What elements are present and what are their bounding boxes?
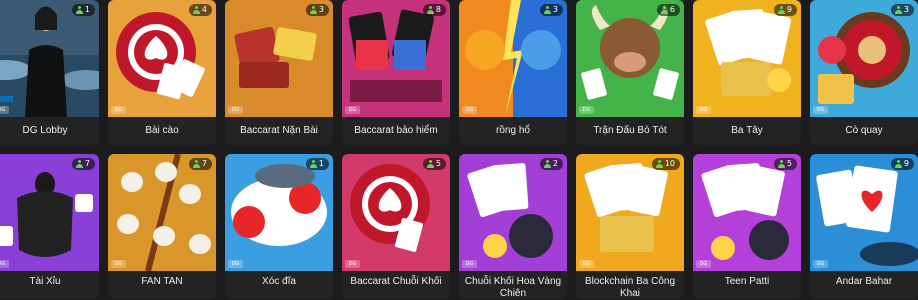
game-thumbnail: DG: [342, 154, 450, 271]
provider-logo: DG: [813, 106, 828, 114]
player-count-badge: 2: [539, 158, 563, 170]
user-icon: [192, 160, 200, 168]
game-thumbnail: DG: [225, 154, 333, 271]
user-icon: [660, 6, 668, 14]
game-thumbnail: DG: [342, 0, 450, 117]
game-name: Blockchain Ba Công Khai: [584, 276, 676, 299]
user-icon: [309, 6, 317, 14]
provider-logo: DG: [345, 260, 360, 268]
game-thumbnail: DG: [0, 0, 99, 117]
provider-logo: DG: [111, 106, 126, 114]
player-count-badge: 5: [773, 158, 797, 170]
game-card-andar-bahar[interactable]: DG 9 Andar Bahar: [810, 154, 918, 299]
game-thumbnail: DG: [693, 154, 801, 271]
game-name: FAN TAN: [141, 276, 183, 287]
user-icon: [426, 6, 434, 14]
game-thumbnail: DG: [576, 154, 684, 271]
game-thumbnail: DG: [108, 154, 216, 271]
game-name: Trận Đấu Bò Tót: [593, 125, 667, 136]
game-name: Teen Patti: [724, 276, 770, 287]
user-icon: [192, 6, 200, 14]
provider-logo: DG: [0, 106, 9, 114]
game-thumbnail: DG: [225, 0, 333, 117]
game-name: Cò quay: [845, 125, 883, 136]
player-count-badge: 7: [188, 158, 212, 170]
provider-logo: DG: [696, 106, 711, 114]
player-count-badge: 5: [422, 158, 446, 170]
provider-logo: DG: [228, 106, 243, 114]
provider-logo: DG: [462, 106, 477, 114]
game-card-teen-patti[interactable]: DG 5 Teen Patti: [693, 154, 801, 299]
user-icon: [894, 6, 902, 14]
user-icon: [309, 160, 317, 168]
user-icon: [75, 160, 83, 168]
user-icon: [655, 160, 663, 168]
provider-logo: DG: [696, 260, 711, 268]
game-card-fan-tan[interactable]: DG 7 FAN TAN: [108, 154, 216, 299]
player-count-badge: 3: [305, 4, 329, 16]
game-card-baccarat-nan-bai[interactable]: DG 3 Baccarat Nặn Bài: [225, 0, 333, 145]
game-card-dg-lobby[interactable]: DG 1 DG Lobby: [0, 0, 99, 145]
game-card-chuoi-khoi-hoa-vang-chien[interactable]: DG 2 Chuỗi Khối Hoa Vàng Chiên: [459, 154, 567, 299]
player-count-badge: 7: [71, 158, 95, 170]
provider-logo: DG: [345, 106, 360, 114]
provider-logo: DG: [0, 260, 9, 268]
game-thumbnail: DG: [576, 0, 684, 117]
user-icon: [777, 6, 785, 14]
provider-logo: DG: [111, 260, 126, 268]
player-count-badge: 10: [651, 158, 680, 170]
game-thumbnail: DG: [693, 0, 801, 117]
game-card-co-quay[interactable]: DG 3 Cò quay: [810, 0, 918, 145]
game-name: Bài cào: [145, 125, 179, 136]
provider-logo: DG: [813, 260, 828, 268]
player-count-badge: 6: [656, 4, 680, 16]
player-count-badge: 3: [539, 4, 563, 16]
game-name: Baccarat Nặn Bài: [240, 125, 318, 136]
provider-logo: DG: [228, 260, 243, 268]
game-thumbnail: DG: [459, 154, 567, 271]
game-name: DG Lobby: [22, 125, 68, 136]
game-card-blockchain-ba-cong-khai[interactable]: DG 10 Blockchain Ba Công Khai: [576, 154, 684, 299]
user-icon: [75, 6, 83, 14]
game-card-baccarat-chuoi-khoi[interactable]: DG 5 Baccarat Chuỗi Khối: [342, 154, 450, 299]
provider-logo: DG: [579, 260, 594, 268]
user-icon: [543, 160, 551, 168]
game-thumbnail: DG: [459, 0, 567, 117]
game-card-bai-cao[interactable]: DG 4 Bài cào: [108, 0, 216, 145]
game-name: rồng hổ: [496, 125, 530, 136]
user-icon: [543, 6, 551, 14]
game-name: Baccarat bảo hiểm: [354, 125, 438, 136]
game-card-tran-dau-bo-tot[interactable]: DG 6 Trận Đấu Bò Tót: [576, 0, 684, 145]
game-card-xoc-dia[interactable]: DG 1 Xóc đĩa: [225, 154, 333, 299]
provider-logo: DG: [462, 260, 477, 268]
game-thumbnail: DG: [810, 154, 918, 271]
game-thumbnail: DG: [810, 0, 918, 117]
player-count-badge: 8: [422, 4, 446, 16]
player-count-badge: 9: [890, 158, 914, 170]
game-name: Chuỗi Khối Hoa Vàng Chiên: [464, 276, 562, 299]
player-count-badge: 9: [773, 4, 797, 16]
game-grid: DG 1 DG Lobby DG 4 Bài cào: [0, 0, 918, 299]
user-icon: [894, 160, 902, 168]
game-name: Baccarat Chuỗi Khối: [350, 276, 442, 287]
game-thumbnail: DG: [0, 154, 99, 271]
user-icon: [426, 160, 434, 168]
player-count-badge: 3: [890, 4, 914, 16]
provider-logo: DG: [579, 106, 594, 114]
game-card-rong-ho[interactable]: DG 3 rồng hổ: [459, 0, 567, 145]
game-name: Xóc đĩa: [262, 276, 296, 287]
player-count-badge: 1: [71, 4, 95, 16]
game-card-ba-tay[interactable]: DG 9 Ba Tây: [693, 0, 801, 145]
game-card-tai-xiu[interactable]: DG 7 Tài Xỉu: [0, 154, 99, 299]
player-count-badge: 1: [305, 158, 329, 170]
game-card-baccarat-bao-hiem[interactable]: DG 8 Baccarat bảo hiểm: [342, 0, 450, 145]
game-thumbnail: DG: [108, 0, 216, 117]
game-name: Ba Tây: [731, 125, 763, 136]
game-name: Andar Bahar: [835, 276, 893, 287]
player-count-badge: 4: [188, 4, 212, 16]
game-name: Tài Xỉu: [29, 276, 61, 287]
user-icon: [777, 160, 785, 168]
